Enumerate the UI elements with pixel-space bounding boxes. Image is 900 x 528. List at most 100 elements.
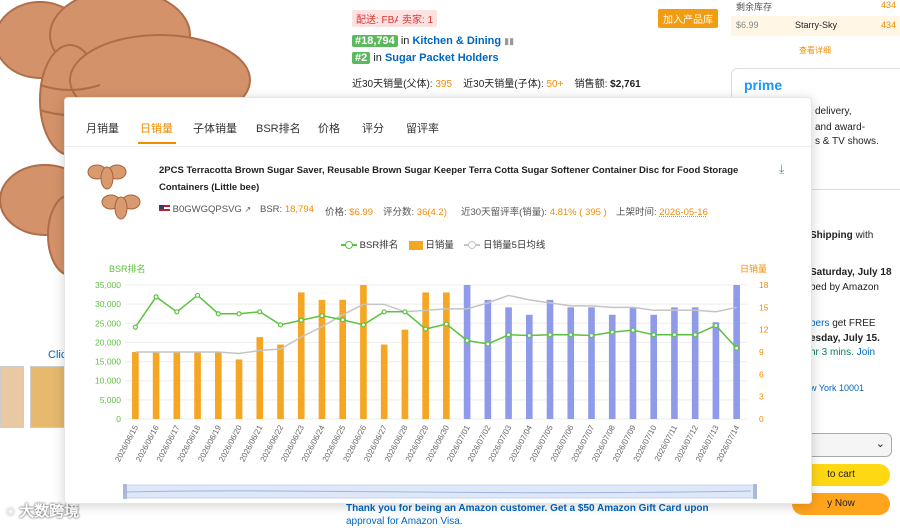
sales-bar	[671, 307, 678, 419]
sales-bar	[546, 299, 554, 419]
bsr-point	[464, 337, 470, 344]
sales-bar	[629, 307, 637, 419]
bsr-point	[360, 322, 367, 328]
tab-daily-sales[interactable]: 日销量	[140, 120, 173, 136]
tab-bsr-rank[interactable]: BSR排名	[256, 120, 301, 136]
prime-text-1: delivery,	[815, 106, 852, 117]
chat-bubble-icon: ◌	[6, 503, 15, 520]
sales-bar	[194, 352, 201, 419]
chevron-down-icon: ⌄	[875, 438, 885, 450]
sales-bar	[588, 307, 595, 419]
tab-price[interactable]: 价格	[318, 120, 340, 136]
rank-in-1: in	[400, 35, 410, 47]
sales-bar	[256, 337, 264, 419]
rank-in-2: in	[373, 52, 382, 64]
tab-monthly-sales[interactable]: 月销量	[86, 120, 119, 136]
bsr-line	[134, 294, 738, 349]
quantity-select[interactable]: ⌄	[800, 433, 892, 457]
legend-5day-avg[interactable]: 日销量5日均线	[464, 240, 545, 251]
deliver-to-location[interactable]: w York 10001	[810, 383, 864, 393]
right-axis-title: 日销量	[740, 263, 767, 274]
thumbnail-1[interactable]	[0, 366, 24, 428]
prime-text-3: s & TV shows.	[815, 136, 879, 147]
sales-bar	[132, 352, 139, 419]
rank-badge-1: #18,794	[352, 35, 398, 47]
asin-value[interactable]: B0GWGQPSVG	[173, 204, 242, 215]
asin-line: B0GWGQPSVG ↗	[159, 204, 251, 215]
tab-review-rate[interactable]: 留评率	[406, 120, 439, 136]
sales-bar	[401, 329, 409, 419]
tab-rating[interactable]: 评分	[362, 120, 384, 136]
bsr-point	[194, 292, 201, 298]
sales-bar	[733, 285, 740, 419]
left-tick-label: 30,000	[95, 299, 121, 309]
bsr-point	[215, 311, 221, 317]
product-title[interactable]: 2PCS Terracotta Brown Sugar Saver, Reusa…	[159, 162, 769, 196]
bsr-point	[340, 317, 346, 323]
bsr-point	[485, 341, 491, 347]
zoom-handle-right	[753, 484, 757, 499]
bsr-point	[381, 309, 387, 315]
rank-line-2: #2 in Sugar Packet Holders	[352, 52, 499, 64]
left-tick-label: 5,000	[100, 395, 122, 405]
legend-bsr[interactable]: BSR排名	[341, 240, 398, 251]
download-icon[interactable]: ⤓	[779, 162, 784, 177]
right-tick-label: 0	[759, 414, 764, 424]
rank-category-2[interactable]: Sugar Packet Holders	[385, 52, 499, 64]
bsr-point	[277, 322, 284, 328]
rank-category-1[interactable]: Kitchen & Dining	[412, 35, 501, 47]
left-tick-label: 35,000	[95, 280, 121, 290]
delivery-date-1: Saturday, July 18	[810, 267, 892, 278]
right-tick-label: 6	[759, 369, 764, 379]
bsr-point	[298, 317, 304, 323]
stock-label: 剩余库存	[736, 2, 773, 12]
left-axis-title: BSR排名	[109, 263, 146, 274]
stock-panel: 剩余库存 434 $6.99 Starry-Sky 434 查看详细	[731, 0, 900, 60]
sales-bar	[463, 285, 471, 419]
chart-icon[interactable]: ▮▮	[504, 36, 514, 46]
right-tick-label: 15	[759, 302, 769, 312]
rating-meta: 评分数: 36(4.2)	[383, 207, 447, 218]
bsr-point	[609, 329, 615, 335]
tab-child-sales[interactable]: 子体销量	[193, 120, 237, 136]
product-thumbnail[interactable]	[87, 162, 143, 220]
sales-bar	[297, 292, 305, 419]
left-tick-label: 25,000	[95, 318, 121, 328]
countdown-line: hr 3 mins. Join	[810, 347, 876, 358]
sales-bar	[712, 322, 720, 419]
visa-promo-line-2: approval for Amazon Visa.	[346, 516, 463, 527]
tab-bar: 月销量 日销量 子体销量 BSR排名 价格 评分 留评率	[65, 98, 811, 147]
sales-bar	[443, 292, 450, 419]
stock-row-seller: Starry-Sky	[795, 20, 838, 30]
stock-qty-top: 434	[881, 0, 897, 10]
price-meta: 价格: $6.99	[325, 207, 374, 218]
sales-bar	[650, 314, 658, 419]
shipped-by-amazon: bed by Amazon	[810, 282, 879, 293]
bsr-point	[547, 332, 553, 338]
view-details-link[interactable]: 查看详细	[799, 45, 831, 56]
bsr-point	[505, 332, 512, 338]
external-link-icon[interactable]: ↗	[244, 205, 251, 214]
bsr-point	[630, 327, 636, 333]
sales-bar	[525, 314, 533, 419]
visa-promo-line-1: Thank you for being an Amazon customer. …	[346, 503, 709, 514]
active-tab-indicator	[138, 142, 176, 144]
sales-bar	[380, 344, 388, 419]
bsr-point	[319, 313, 325, 319]
sales-bar	[505, 307, 512, 419]
zoom-slider-track	[124, 484, 756, 499]
bsr-point	[423, 326, 429, 332]
thumbnail-2[interactable]	[30, 366, 66, 428]
bsr-point	[671, 332, 678, 338]
stock-row-qty: 434	[881, 20, 897, 30]
sales-bar	[567, 307, 575, 419]
add-product-button[interactable]: 加入产品库	[658, 9, 718, 28]
sales-bar	[691, 307, 699, 419]
sales-bar	[484, 299, 492, 419]
review-rate-meta: 近30天留评率(销量): 4.81% ( 395 )	[461, 207, 607, 218]
shipping-line: Shipping with	[810, 230, 874, 241]
daily-sales-chart[interactable]: BSR排名 日销量05,00010,00015,00020,00025,00030…	[65, 256, 811, 502]
left-tick-label: 15,000	[95, 357, 121, 367]
legend-daily-sales[interactable]: 日销量	[408, 240, 454, 251]
tag-sellers: 卖家: 1	[398, 10, 438, 27]
